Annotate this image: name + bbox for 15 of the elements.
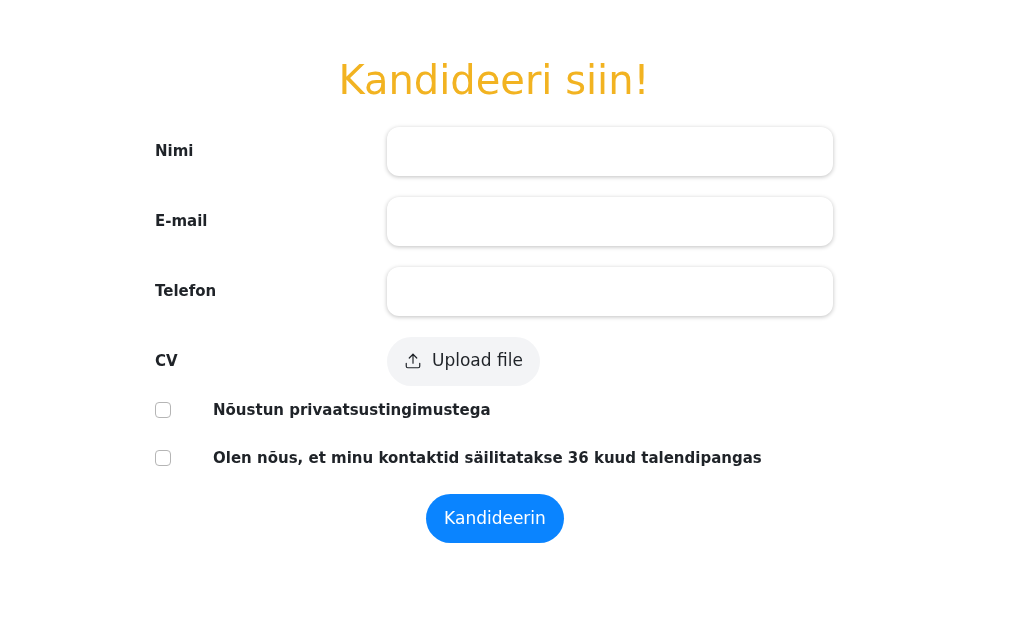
checkbox[interactable] — [155, 450, 171, 466]
input-field[interactable] — [387, 196, 833, 246]
field-label: E-mail — [155, 210, 209, 232]
input-field[interactable] — [387, 266, 833, 316]
field-label: Telefon — [155, 280, 218, 302]
field-label: Nimi — [155, 140, 195, 162]
upload-button[interactable]: Upload file — [387, 336, 540, 386]
upload-icon — [404, 352, 422, 370]
form-title: Kandideeri siin! — [338, 56, 650, 105]
checkbox[interactable] — [155, 402, 171, 418]
consent-label: Olen nõus, et minu kontaktid säilitatakse 36 kuud talendipangas — [213, 447, 762, 469]
input-field[interactable] — [387, 126, 833, 176]
consent-label: Nõustun privaatsustingimustega — [213, 399, 491, 421]
submit-button[interactable]: Kandideerin — [426, 494, 564, 543]
field-label: CV — [155, 350, 179, 372]
